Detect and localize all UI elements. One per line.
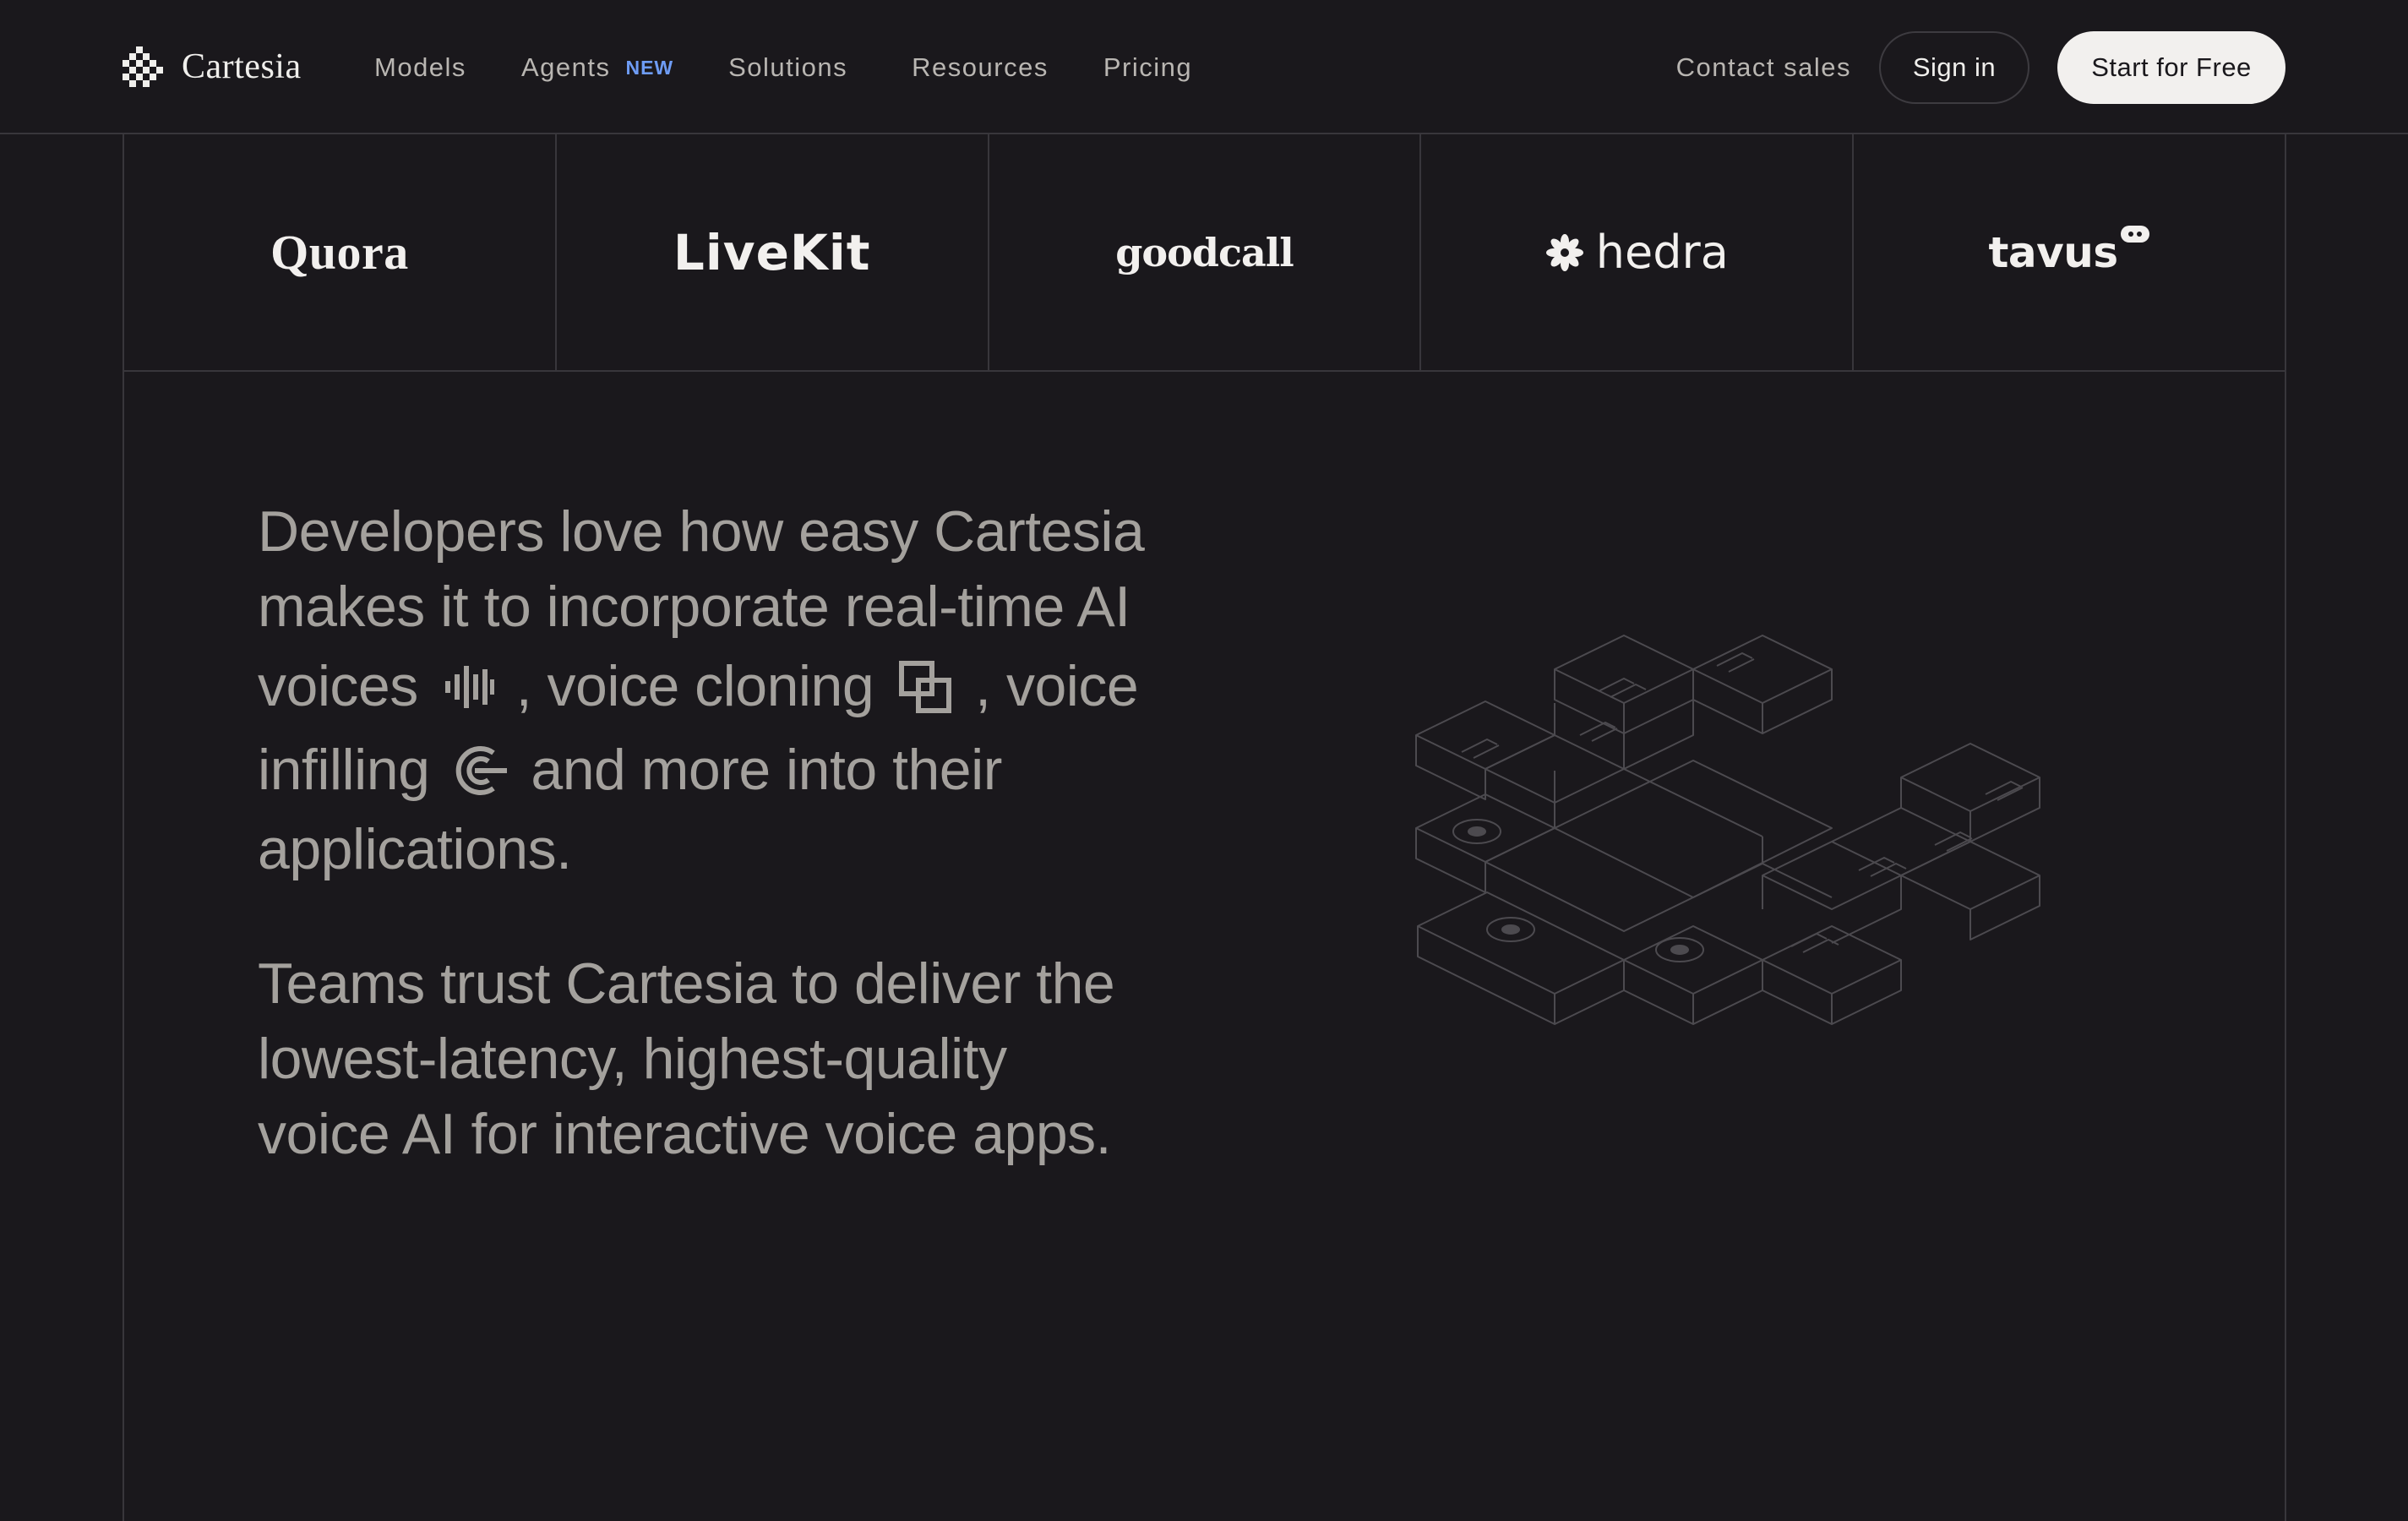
tavus-bubble-icon bbox=[2120, 225, 2149, 243]
livekit-logo: LiveKit bbox=[673, 223, 871, 281]
goodcall-logo: goodcall bbox=[1115, 229, 1294, 275]
hedra-flower-icon bbox=[1545, 233, 1583, 271]
nav-item-agents[interactable]: Agents bbox=[521, 52, 611, 83]
new-badge: NEW bbox=[625, 56, 674, 79]
voice-cloning-icon bbox=[899, 661, 952, 714]
voice-infilling-icon bbox=[456, 746, 508, 796]
value-proposition: Developers love how easy Cartesia makes … bbox=[258, 494, 1221, 1172]
cartesia-logo-icon bbox=[123, 46, 163, 87]
developers-paragraph: Developers love how easy Cartesia makes … bbox=[258, 494, 1221, 887]
teams-paragraph: Teams trust Cartesia to deliver the lowe… bbox=[258, 946, 1221, 1172]
copy-line: voices bbox=[258, 654, 418, 718]
nav-item-pricing[interactable]: Pricing bbox=[1103, 52, 1192, 83]
nav-links: Models Agents NEW Solutions Resources Pr… bbox=[374, 46, 1192, 90]
tavus-logo: tavus bbox=[1988, 225, 2150, 277]
copy-line: makes it to incorporate real-time AI bbox=[258, 575, 1130, 639]
logo-cell-goodcall: goodcall bbox=[989, 134, 1422, 370]
sign-in-button[interactable]: Sign in bbox=[1879, 31, 2029, 104]
logo-cell-livekit: LiveKit bbox=[557, 134, 989, 370]
customer-logos: Quora LiveKit goodcall hedra tavus bbox=[124, 134, 2285, 372]
waveform-icon bbox=[444, 666, 494, 709]
copy-line: and more into their bbox=[531, 738, 1002, 802]
hedra-logo: hedra bbox=[1545, 226, 1729, 279]
top-navigation: Cartesia Models Agents NEW Solutions Res… bbox=[0, 0, 2408, 134]
brand-logo[interactable]: Cartesia bbox=[123, 44, 302, 90]
logo-cell-tavus: tavus bbox=[1854, 134, 2285, 370]
copy-line: Teams trust Cartesia to deliver the bbox=[258, 951, 1115, 1016]
start-for-free-button[interactable]: Start for Free bbox=[2057, 31, 2285, 104]
copy-line: infilling bbox=[258, 738, 430, 802]
copy-line: voice AI for interactive voice apps. bbox=[258, 1102, 1112, 1166]
copy-line: Developers love how easy Cartesia bbox=[258, 499, 1145, 564]
quora-logo: Quora bbox=[270, 225, 409, 280]
nav-item-resources[interactable]: Resources bbox=[912, 52, 1049, 83]
nav-actions: Contact sales Sign in Start for Free bbox=[1676, 31, 2285, 104]
copy-line: lowest-latency, highest-quality bbox=[258, 1027, 1007, 1091]
copy-line: , voice bbox=[975, 654, 1139, 718]
hedra-wordmark: hedra bbox=[1595, 226, 1729, 279]
contact-sales-link[interactable]: Contact sales bbox=[1676, 52, 1851, 83]
nav-item-models[interactable]: Models bbox=[374, 52, 466, 83]
brand-name: Cartesia bbox=[182, 47, 302, 86]
copy-line: applications. bbox=[258, 817, 572, 881]
frame-border-right bbox=[2285, 134, 2286, 1521]
copy-line: , voice cloning bbox=[515, 654, 874, 718]
nav-item-solutions[interactable]: Solutions bbox=[728, 52, 847, 83]
tavus-wordmark: tavus bbox=[1988, 227, 2119, 277]
logo-cell-quora: Quora bbox=[124, 134, 557, 370]
logo-cell-hedra: hedra bbox=[1421, 134, 1855, 370]
isometric-blocks-illustration bbox=[1415, 635, 2040, 1025]
